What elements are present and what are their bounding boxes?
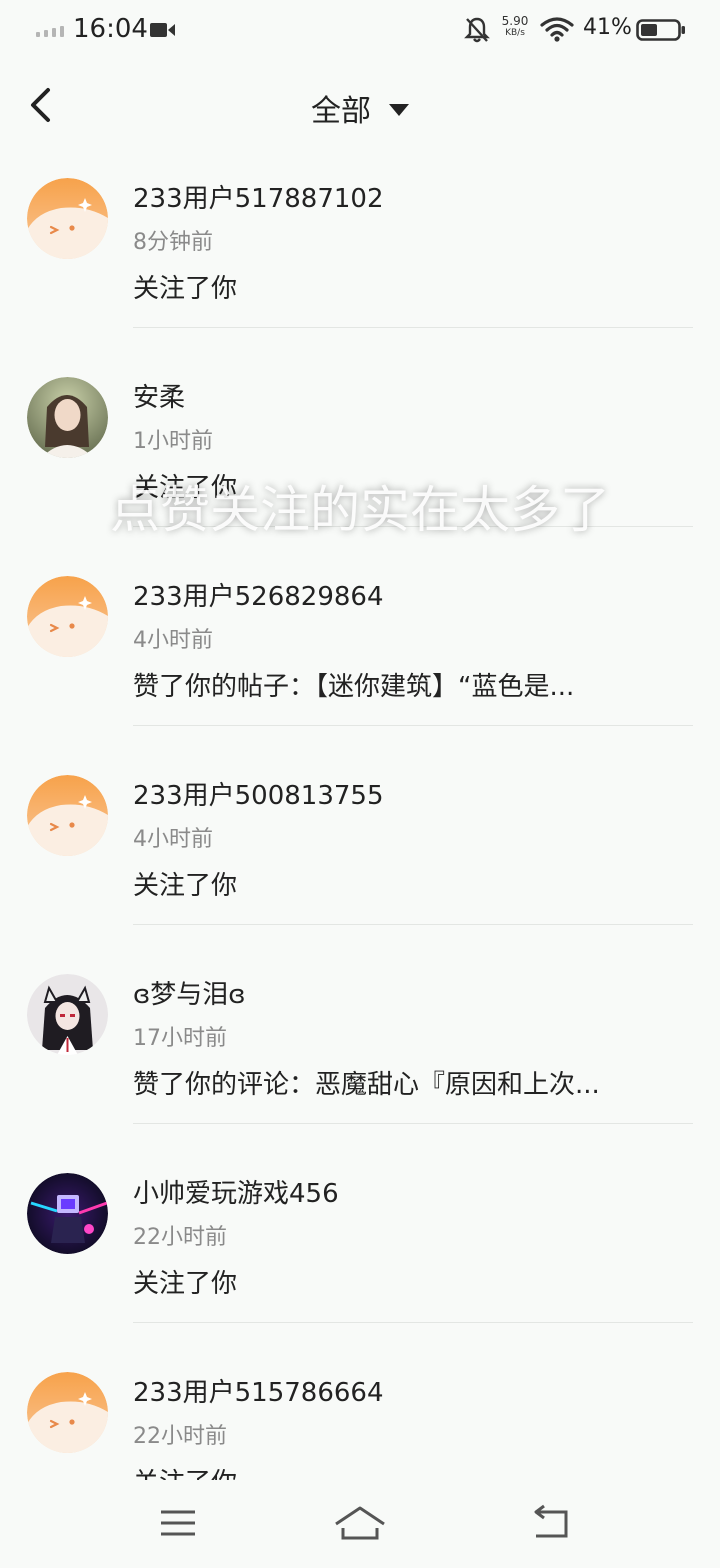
network-speed-value: 5.90 bbox=[501, 14, 529, 28]
notification-item[interactable]: 小帅爱玩游戏456 22小时前 关注了你 bbox=[0, 1145, 720, 1344]
timestamp: 4小时前 bbox=[133, 827, 213, 852]
divider bbox=[133, 327, 693, 328]
return-button[interactable] bbox=[524, 1502, 580, 1546]
notification-list: 233用户517887102 8分钟前 关注了你 安柔 1小时前 关注了你 23… bbox=[0, 150, 720, 1543]
notification-item[interactable]: 233用户526829864 4小时前 赞了你的帖子：【迷你建筑】“蓝色是... bbox=[0, 548, 720, 747]
user-name[interactable]: ɞ梦与泪ɞ bbox=[133, 974, 246, 1011]
timestamp: 8分钟前 bbox=[133, 230, 213, 255]
timestamp: 22小时前 bbox=[133, 1424, 227, 1449]
bell-muted-icon bbox=[464, 17, 490, 43]
return-icon bbox=[534, 1504, 568, 1538]
notification-item[interactable]: 233用户500813755 4小时前 关注了你 bbox=[0, 747, 720, 946]
default-avatar-icon bbox=[27, 1372, 108, 1453]
filter-dropdown[interactable]: 全部 bbox=[311, 86, 409, 130]
avatar[interactable] bbox=[27, 974, 108, 1055]
divider bbox=[133, 1123, 693, 1124]
divider bbox=[133, 924, 693, 925]
user-name[interactable]: 小帅爱玩游戏456 bbox=[133, 1173, 339, 1210]
notification-item[interactable]: 233用户517887102 8分钟前 关注了你 bbox=[0, 150, 720, 349]
anime-avatar-icon bbox=[27, 974, 108, 1055]
notification-text: 赞了你的帖子：【迷你建筑】“蓝色是... bbox=[133, 672, 575, 702]
avatar[interactable] bbox=[27, 377, 108, 458]
timestamp: 22小时前 bbox=[133, 1225, 227, 1250]
default-avatar-icon bbox=[27, 775, 108, 856]
divider bbox=[133, 526, 693, 527]
default-avatar-icon bbox=[27, 178, 108, 259]
menu-icon bbox=[161, 1510, 195, 1536]
notification-text: 赞了你的评论：恶魔甜心『原因和上次... bbox=[133, 1070, 600, 1100]
user-name[interactable]: 233用户526829864 bbox=[133, 576, 384, 613]
network-speed: 5.90 KB/s bbox=[497, 14, 533, 38]
user-name[interactable]: 233用户500813755 bbox=[133, 775, 384, 812]
timestamp: 4小时前 bbox=[133, 628, 213, 653]
page-title: 全部 bbox=[311, 94, 371, 129]
user-name[interactable]: 233用户517887102 bbox=[133, 178, 384, 215]
status-time: 16:04 bbox=[73, 14, 148, 44]
status-bar: 16:04 5.90 KB/s 41% bbox=[0, 0, 720, 60]
neon-robot-avatar-icon bbox=[27, 1173, 108, 1254]
user-name[interactable]: 安柔 bbox=[133, 377, 185, 414]
network-speed-unit: KB/s bbox=[505, 28, 525, 38]
system-nav-bar bbox=[0, 1480, 720, 1568]
divider bbox=[133, 1322, 693, 1323]
signal-icon bbox=[36, 26, 64, 37]
default-avatar-icon bbox=[27, 576, 108, 657]
wifi-icon bbox=[540, 17, 574, 42]
avatar[interactable] bbox=[27, 178, 108, 259]
timestamp: 17小时前 bbox=[133, 1026, 227, 1051]
divider bbox=[133, 725, 693, 726]
notification-text: 关注了你 bbox=[133, 871, 238, 901]
menu-button[interactable] bbox=[150, 1502, 206, 1546]
notification-text: 关注了你 bbox=[133, 1269, 238, 1299]
notification-item[interactable]: 安柔 1小时前 关注了你 bbox=[0, 349, 720, 548]
home-icon bbox=[335, 1506, 385, 1540]
timestamp: 1小时前 bbox=[133, 429, 213, 454]
user-name[interactable]: 233用户515786664 bbox=[133, 1372, 384, 1409]
screen-record-icon bbox=[150, 23, 175, 37]
notification-text: 关注了你 bbox=[133, 274, 238, 304]
battery-percent: 41% bbox=[583, 15, 632, 40]
avatar[interactable] bbox=[27, 576, 108, 657]
avatar[interactable] bbox=[27, 1173, 108, 1254]
avatar[interactable] bbox=[27, 775, 108, 856]
battery-icon bbox=[636, 19, 685, 41]
screen: 16:04 5.90 KB/s 41% 全部 233用户517887102 8分… bbox=[0, 0, 720, 1568]
notification-text: 关注了你 bbox=[133, 473, 238, 503]
notification-item[interactable]: ɞ梦与泪ɞ 17小时前 赞了你的评论：恶魔甜心『原因和上次... bbox=[0, 946, 720, 1145]
home-button[interactable] bbox=[332, 1502, 388, 1546]
user-photo-icon bbox=[27, 377, 108, 458]
avatar[interactable] bbox=[27, 1372, 108, 1453]
header: 全部 bbox=[0, 70, 720, 150]
caret-down-icon bbox=[389, 104, 409, 116]
